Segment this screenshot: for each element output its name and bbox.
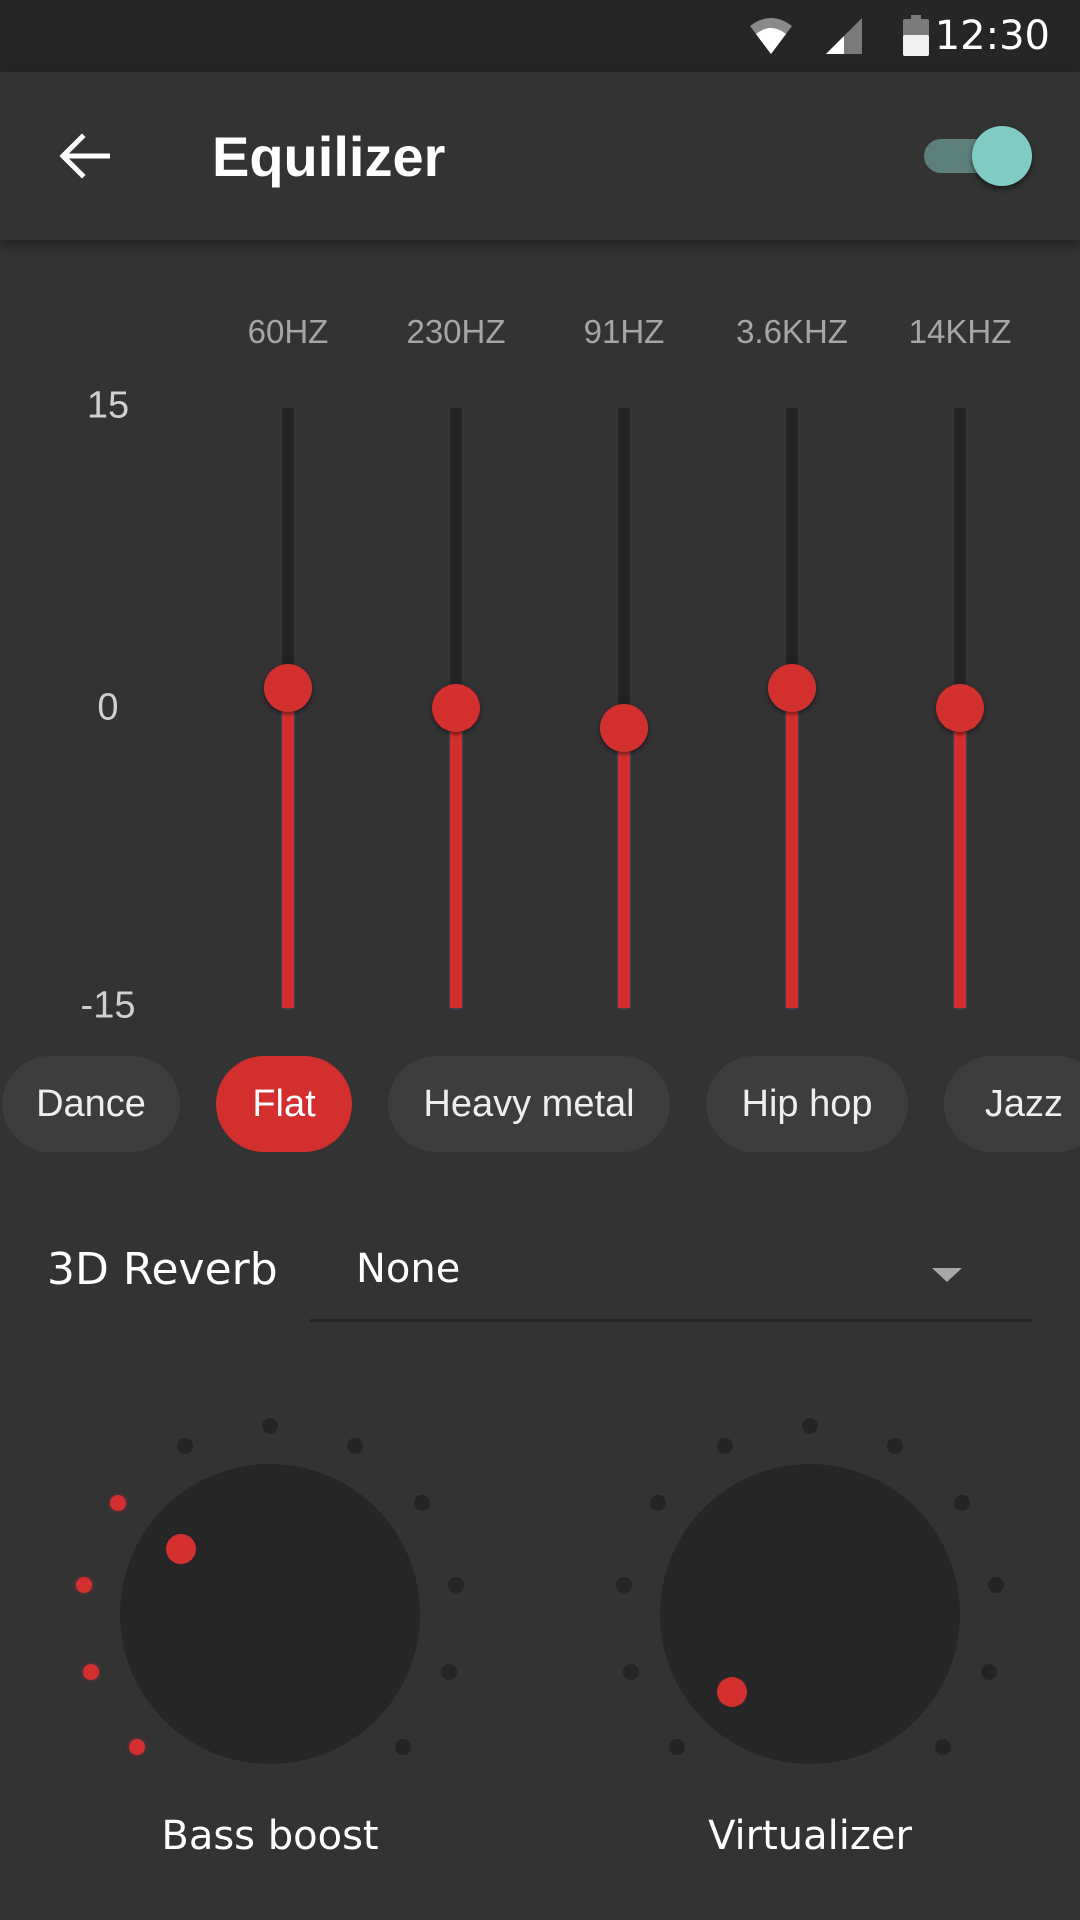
- knob-level-tick: [83, 1664, 100, 1681]
- knob-level-tick: [980, 1664, 997, 1681]
- slider-thumb[interactable]: [768, 664, 816, 712]
- knob-position-indicator: [166, 1534, 196, 1565]
- knob-level-tick: [129, 1738, 146, 1755]
- knob-level-tick: [414, 1495, 431, 1512]
- band-slider[interactable]: [594, 408, 654, 1008]
- knob-level-tick: [954, 1495, 971, 1512]
- knob-level-tick: [447, 1576, 464, 1593]
- slider-thumb[interactable]: [936, 684, 984, 732]
- preset-chip[interactable]: Flat: [216, 1056, 352, 1152]
- clock: 12:30: [934, 13, 1050, 59]
- reverb-dropdown[interactable]: None: [310, 1226, 1032, 1322]
- knob-label: Bass boost: [161, 1813, 379, 1859]
- knob-level-tick: [262, 1418, 278, 1434]
- dropdown-arrow-icon: [932, 1268, 962, 1282]
- slider-thumb[interactable]: [600, 704, 648, 752]
- knob-level-tick: [934, 1738, 951, 1755]
- band-slider[interactable]: [762, 408, 822, 1008]
- rotary-knob[interactable]: [616, 1410, 1004, 1810]
- knob-level-tick: [716, 1438, 733, 1455]
- band-slider[interactable]: [258, 408, 318, 1008]
- knob-dial[interactable]: [120, 1464, 420, 1764]
- knob-level-tick: [649, 1495, 666, 1512]
- preset-chip[interactable]: Hip hop: [706, 1056, 908, 1152]
- band-slider[interactable]: [930, 408, 990, 1008]
- slider-thumb[interactable]: [432, 684, 480, 732]
- knob-dial[interactable]: [660, 1464, 960, 1764]
- page-title: Equilizer: [212, 125, 446, 188]
- knob-level-tick: [347, 1438, 364, 1455]
- knob-level-tick: [109, 1495, 126, 1512]
- band-frequency-label: 14KHZ: [908, 313, 1012, 350]
- knob-label: Virtualizer: [708, 1813, 912, 1859]
- knob-level-tick: [394, 1738, 411, 1755]
- band-frequency-label: 3.6KHZ: [736, 313, 848, 350]
- slider-fill: [954, 708, 966, 1008]
- reverb-label: 3D Reverb: [47, 1244, 278, 1295]
- wifi-icon: [748, 0, 794, 72]
- slider-fill: [786, 688, 798, 1008]
- preset-chip[interactable]: Dance: [2, 1056, 180, 1152]
- equalizer-enable-toggle[interactable]: [922, 126, 1032, 186]
- status-bar: 12:30: [0, 0, 1080, 72]
- slider-fill: [618, 728, 630, 1008]
- knob-level-tick: [887, 1438, 904, 1455]
- preset-chip-row: Dance Flat Heavy metal Hip hop Jazz: [0, 1056, 1080, 1152]
- db-label-min: -15: [80, 984, 136, 1027]
- toggle-knob: [972, 126, 1032, 186]
- knob-level-tick: [669, 1738, 686, 1755]
- band-slider[interactable]: [426, 408, 486, 1008]
- knob-level-tick: [76, 1576, 93, 1593]
- knob-position-indicator: [717, 1676, 748, 1707]
- slider-thumb[interactable]: [264, 664, 312, 712]
- slider-fill: [450, 708, 462, 1008]
- arrow-left-icon: [59, 133, 110, 179]
- reverb-selected-value: None: [356, 1246, 461, 1292]
- db-label-max: 15: [86, 384, 130, 427]
- back-button[interactable]: [50, 122, 118, 190]
- knob-level-tick: [616, 1576, 633, 1593]
- db-label-zero: 0: [97, 686, 119, 729]
- knob-level-tick: [623, 1664, 640, 1681]
- preset-chip[interactable]: Heavy metal: [388, 1056, 670, 1152]
- app-bar: Equilizer: [0, 72, 1080, 240]
- slider-fill: [282, 688, 294, 1008]
- band-frequency-label: 230HZ: [406, 313, 506, 350]
- battery-icon: [902, 0, 930, 72]
- knob-level-tick: [802, 1418, 818, 1434]
- knob-level-tick: [176, 1438, 193, 1455]
- band-frequency-label: 91HZ: [583, 313, 665, 350]
- rotary-knob[interactable]: [76, 1410, 464, 1810]
- knob-level-tick: [987, 1576, 1004, 1593]
- band-frequency-label: 60HZ: [247, 313, 329, 350]
- knob-level-tick: [440, 1664, 457, 1681]
- preset-chip[interactable]: Jazz: [944, 1056, 1080, 1152]
- cellular-signal-icon: [824, 0, 864, 72]
